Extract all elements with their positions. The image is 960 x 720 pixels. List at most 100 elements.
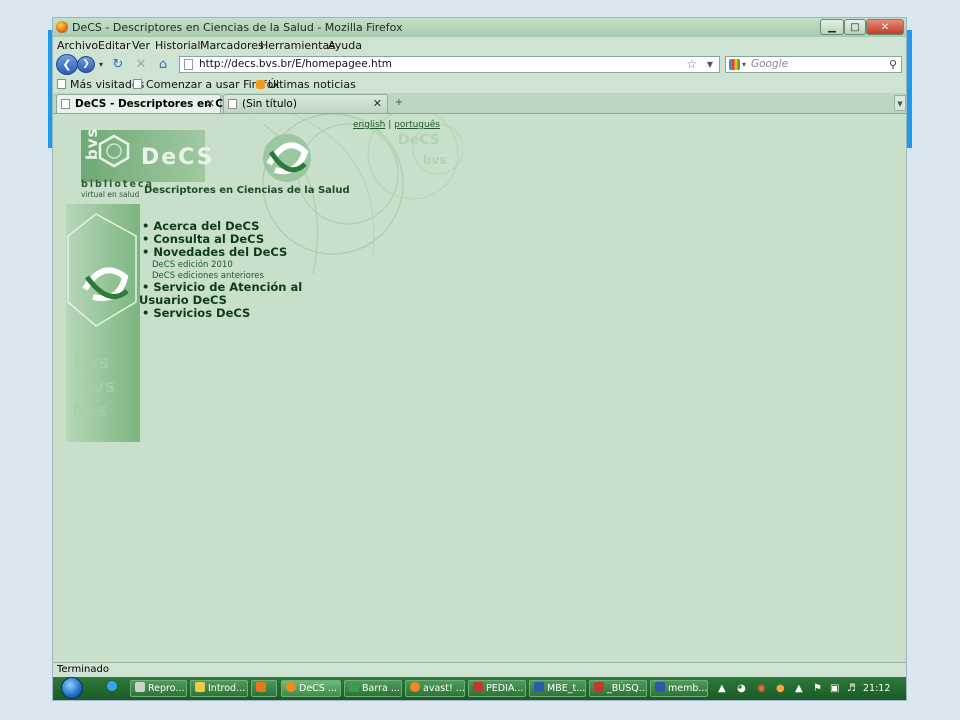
title-bar: DeCS - Descriptores en Ciencias de la Sa…	[53, 18, 906, 37]
taskbar-item-busq[interactable]: _BÚSQ...	[589, 680, 647, 697]
taskbar-label: Repro...	[148, 683, 185, 694]
menu-ver[interactable]: Ver	[132, 37, 150, 54]
language-links: english | português	[353, 120, 440, 130]
bookmark-label: Últimas noticias	[268, 78, 356, 91]
spreadsheet-icon	[349, 682, 359, 692]
menu-archivo[interactable]: Archivo	[57, 37, 98, 54]
site-subtitle: Descriptores en Ciencias de la Salud	[144, 185, 350, 196]
taskbar-item-memb[interactable]: memb...	[650, 680, 708, 697]
url-dropdown-icon[interactable]: ▼	[707, 57, 713, 72]
taskbar-ie-icon[interactable]	[103, 680, 127, 697]
bookmark-ultimas-noticias[interactable]: Últimas noticias	[256, 76, 356, 93]
url-text: http://decs.bvs.br/E/homepagee.htm	[199, 58, 393, 70]
home-icon[interactable]: ⌂	[155, 56, 171, 74]
svg-text:bvs: bvs	[423, 153, 447, 167]
google-icon[interactable]	[729, 59, 740, 70]
menu-link-novedades[interactable]: • Novedades del DeCS	[142, 246, 287, 259]
bookmark-star-icon[interactable]: ☆	[686, 57, 697, 72]
folder-icon	[57, 79, 66, 89]
page-content: DeCS bvs english | português bvs DeCS bi…	[53, 114, 906, 662]
page-icon	[228, 99, 237, 109]
tray-monitor-icon[interactable]: ▣	[830, 680, 839, 697]
taskbar-item-slideshow[interactable]	[251, 680, 277, 697]
back-button[interactable]: ❮	[56, 54, 78, 75]
taskbar-item-barra[interactable]: Barra ...	[344, 680, 402, 697]
tray-speaker-icon[interactable]: ◉	[757, 680, 766, 697]
slideshow-icon	[256, 682, 266, 692]
menu-link-servicios[interactable]: • Servicios DeCS	[142, 307, 250, 320]
taskbar-label: _BÚSQ...	[607, 683, 647, 694]
portugues-link[interactable]: português	[394, 120, 440, 130]
taskbar-label: Barra ...	[362, 683, 400, 694]
document-icon	[534, 682, 544, 692]
taskbar: Repro... Introd... DeCS ... Barra ... av…	[53, 677, 906, 700]
search-icon[interactable]: ⚲	[889, 57, 897, 72]
history-dropdown-icon[interactable]: ▾	[93, 56, 109, 74]
bookmarks-bar: Más visitados Comenzar a usar Firefox Úl…	[53, 76, 906, 93]
menu-marcadores[interactable]: Marcadores	[200, 37, 264, 54]
tray-security-icon[interactable]: ▲	[795, 680, 803, 697]
svg-text:bvs: bvs	[74, 352, 109, 373]
biblioteca-text: biblioteca	[81, 179, 154, 190]
tab-close-icon[interactable]: ✕	[373, 95, 382, 113]
minimize-button[interactable]: ▁	[820, 19, 844, 35]
taskbar-item-mbe[interactable]: MBE_t...	[529, 680, 586, 697]
taskbar-item-introd[interactable]: Introd...	[190, 680, 248, 697]
close-button[interactable]: ✕	[866, 19, 904, 35]
tab-label: (Sin título)	[242, 98, 297, 110]
accent-bar-right	[906, 30, 912, 148]
status-text: Terminado	[57, 664, 109, 675]
search-placeholder: Google	[751, 58, 789, 70]
firefox-icon	[286, 682, 296, 692]
taskbar-label: MBE_t...	[547, 683, 586, 694]
svg-text:DeCS: DeCS	[398, 132, 440, 148]
svg-text:bvs: bvs	[72, 400, 107, 421]
tray-avast-icon[interactable]: ●	[776, 680, 785, 697]
engine-dropdown-icon[interactable]: ▾	[742, 57, 746, 72]
tab-list-button[interactable]: ▼	[894, 95, 906, 111]
status-bar: Terminado	[53, 662, 906, 678]
tab-close-icon[interactable]: ✕	[206, 95, 215, 113]
menu-historial[interactable]: Historial	[155, 37, 200, 54]
english-link[interactable]: english	[353, 120, 385, 130]
menu-editar[interactable]: Editar	[98, 37, 131, 54]
bookmark-mas-visitados[interactable]: Más visitados	[57, 76, 144, 93]
menu-ayuda[interactable]: Ayuda	[328, 37, 362, 54]
tray-volume-icon[interactable]: ♬	[847, 680, 856, 697]
svg-text:bvs: bvs	[80, 376, 115, 397]
page-icon	[61, 99, 70, 109]
taskbar-item-avast[interactable]: avast! ...	[405, 680, 465, 697]
taskbar-label: PEDIA...	[486, 683, 524, 694]
maximize-button[interactable]: □	[844, 19, 866, 35]
tray-flag-icon[interactable]: ⚑	[813, 680, 822, 697]
url-bar[interactable]: http://decs.bvs.br/E/homepagee.htm ☆ ▼	[179, 56, 720, 73]
search-bar[interactable]: ▾ Google ⚲	[725, 56, 902, 73]
taskbar-label: Introd...	[208, 683, 246, 694]
page-icon	[184, 59, 193, 70]
lang-separator: |	[388, 120, 392, 130]
decs-logo-text: DeCS	[141, 145, 215, 170]
media-icon	[135, 682, 145, 692]
taskbar-label: DeCS ...	[299, 683, 337, 694]
clock[interactable]: 21:12	[863, 680, 890, 697]
document-icon	[473, 682, 483, 692]
tab-decs[interactable]: DeCS - Descriptores en Cie... ✕	[56, 94, 246, 113]
taskbar-label: avast! ...	[423, 683, 465, 694]
taskbar-label: memb...	[668, 683, 708, 694]
tab-label: DeCS - Descriptores en Cie...	[75, 98, 246, 110]
tray-expand-icon[interactable]: ▲	[718, 680, 726, 697]
sidebar-watermark: bvs bvs bvs	[70, 344, 140, 435]
new-tab-button[interactable]: +	[389, 94, 409, 113]
tab-sin-titulo[interactable]: (Sin título) ✕	[223, 94, 388, 113]
document-icon	[655, 682, 665, 692]
taskbar-item-pedia[interactable]: PEDIA...	[468, 680, 526, 697]
stop-icon[interactable]: ✕	[133, 56, 149, 74]
reload-icon[interactable]: ↻	[110, 56, 126, 74]
menu-herramientas[interactable]: Herramientas	[260, 37, 335, 54]
tray-network-icon[interactable]: ◕	[737, 680, 746, 697]
start-button[interactable]	[61, 677, 83, 699]
taskbar-item-repro[interactable]: Repro...	[130, 680, 187, 697]
taskbar-item-decs[interactable]: DeCS ...	[281, 680, 341, 697]
knot-logo-icon	[82, 267, 129, 301]
firefox-icon	[56, 21, 68, 33]
